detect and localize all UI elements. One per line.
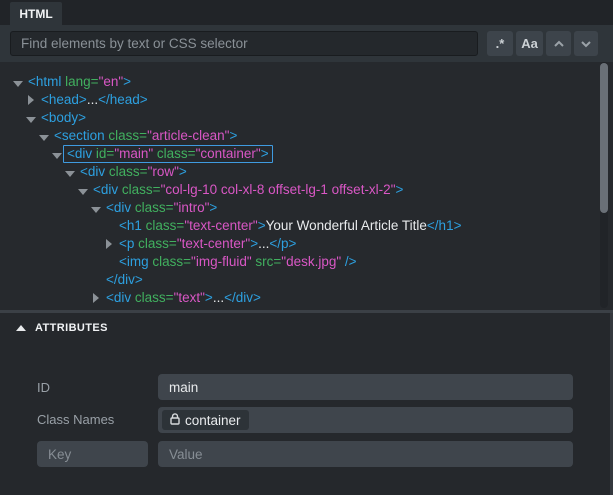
expand-arrow-down-icon[interactable] [64,165,76,180]
tree-node-text: <div class="text">...</div> [106,290,261,306]
find-previous-button[interactable] [546,31,571,56]
tree-node[interactable]: <section class="article-clean"> [0,127,613,145]
match-case-button[interactable]: Aa [516,31,543,56]
expand-arrow-right-icon[interactable] [103,237,115,252]
tree-node[interactable]: <img class="img-fluid" src="desk.jpg" /> [0,253,613,271]
tab-html-label: HTML [19,7,52,21]
tree-node-text: <div class="col-lg-10 col-xl-8 offset-lg… [93,182,403,198]
chevron-up-icon [553,40,565,48]
tree-node-text: <img class="img-fluid" src="desk.jpg" /> [119,254,357,270]
tree-node[interactable]: <h1 class="text-center">Your Wonderful A… [0,217,613,235]
tree-scrollbar-thumb[interactable] [600,63,608,213]
tree-node[interactable]: <div class="text">...</div> [0,289,613,307]
class-names-label: Class Names [37,412,114,427]
tree-node-text: <p class="text-center">...</p> [119,236,296,252]
expand-arrow-down-icon[interactable] [38,129,50,144]
expand-arrow-down-icon[interactable] [12,75,24,90]
tree-node[interactable]: </div> [0,271,613,289]
tree-scrollbar[interactable] [600,62,608,308]
id-label: ID [37,380,50,395]
tree-node-text: <h1 class="text-center">Your Wonderful A… [119,218,461,234]
tab-bar: HTML [0,0,613,25]
tree-node-text: <section class="article-clean"> [54,128,237,144]
expand-arrow-down-icon[interactable] [77,183,89,198]
tree-node-text: <body> [41,110,86,126]
tree-node-text: <html lang="en"> [28,74,131,90]
search-input[interactable] [10,31,478,56]
regex-toggle-button[interactable]: .* [487,31,513,56]
tab-html[interactable]: HTML [10,2,62,25]
attributes-header[interactable]: ATTRIBUTES [16,322,108,334]
tree-node[interactable]: <head>...</head> [0,91,613,109]
attribute-key-input[interactable] [37,441,148,467]
dom-tree: <html lang="en"> <head>...</head> <body> <s… [0,62,613,310]
tree-node-text: </div> [106,272,143,288]
find-next-button[interactable] [574,31,598,56]
expand-arrow-down-icon[interactable] [90,201,102,216]
tree-node[interactable]: <div class="intro"> [0,199,613,217]
selected-tree-node-text: <div id="main" class="container"> [63,145,273,163]
tree-node-text: <div class="intro"> [106,200,217,216]
expand-arrow-right-icon[interactable] [90,291,102,306]
attributes-title: ATTRIBUTES [35,322,108,334]
tree-node-text: <head>...</head> [41,92,148,108]
tree-node[interactable]: <div class="col-lg-10 col-xl-8 offset-lg… [0,181,613,199]
collapse-triangle-icon [16,325,26,331]
tree-node-text: <div class="row"> [80,164,187,180]
class-names-field[interactable]: container [158,407,573,433]
chevron-down-icon [580,40,592,48]
expand-arrow-down-icon[interactable] [25,111,37,126]
id-input[interactable] [158,374,573,400]
tree-node[interactable]: <p class="text-center">...</p> [0,235,613,253]
tree-node[interactable]: <div id="main" class="container"> [0,145,613,163]
class-chip-container[interactable]: container [162,410,249,430]
expand-arrow-right-icon[interactable] [25,93,37,108]
tree-node[interactable]: <body> [0,109,613,127]
lock-icon [170,413,180,428]
search-toolbar: .* Aa [0,25,613,62]
attribute-value-input[interactable] [158,441,573,467]
attributes-panel: ATTRIBUTES ID Class Names container [0,313,613,495]
tree-node[interactable]: <html lang="en"> [0,73,613,91]
tree-node[interactable]: <div class="row"> [0,163,613,181]
class-chip-label: container [185,413,241,428]
html-inspector-window: { "tab": { "label": "HTML" }, "search": … [0,0,613,495]
expand-arrow-down-icon[interactable] [51,147,63,162]
